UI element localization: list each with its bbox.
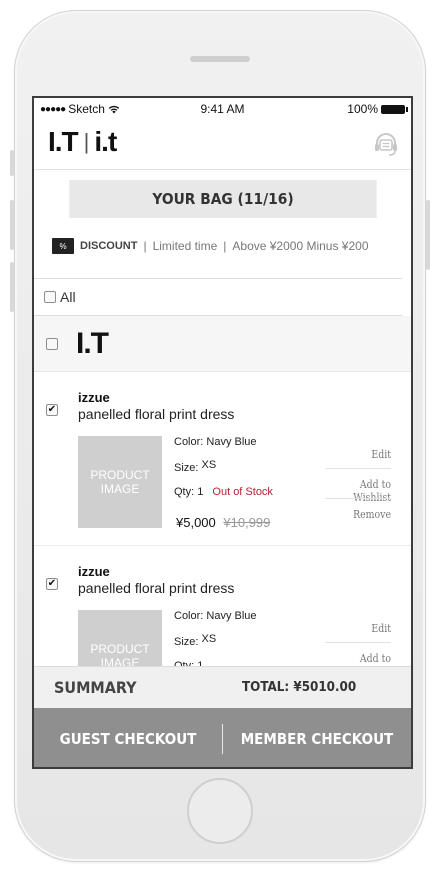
item-size-label: Size: <box>174 462 199 474</box>
checkout-divider <box>222 723 223 754</box>
status-bar: ●●●●● Sketch 9:41 AM 100% <box>34 98 411 120</box>
product-image[interactable]: PRODUCT IMAGE <box>78 436 162 528</box>
logo-separator: | <box>83 129 90 154</box>
brand-group-checkbox[interactable] <box>46 337 58 350</box>
discount-separator: | <box>223 239 227 253</box>
out-of-stock-label: Out of Stock <box>212 486 273 498</box>
edit-link[interactable]: Edit <box>335 622 391 635</box>
battery-icon <box>381 104 408 114</box>
percent-tag-icon: % <box>52 238 74 254</box>
action-divider <box>325 468 391 469</box>
item-checkbox[interactable]: ✔ <box>46 404 58 416</box>
select-all-row[interactable]: All <box>34 278 402 316</box>
checkout-bar: GUEST CHECKOUT MEMBER CHECKOUT <box>34 708 411 767</box>
home-button[interactable] <box>187 778 253 844</box>
original-price: ¥10,999 <box>223 515 271 530</box>
order-summary-bar: SUMMARY TOTAL: ¥5010.00 <box>34 666 411 708</box>
action-divider <box>325 498 391 499</box>
item-qty-row: Qty: 1 Out of Stock <box>174 486 273 498</box>
discount-condition: Above ¥2000 Minus ¥200 <box>232 239 369 253</box>
discount-banner: % DISCOUNT | Limited time | Above ¥2000 … <box>52 238 369 254</box>
volume-down-button <box>10 262 14 312</box>
discount-separator: | <box>143 239 147 253</box>
app-screen: ●●●●● Sketch 9:41 AM 100% I.T | i.t YOUR… <box>32 96 413 769</box>
battery-percent: 100% <box>347 102 378 116</box>
guest-checkout-button[interactable]: GUEST CHECKOUT <box>43 708 212 767</box>
item-color: Color: Navy Blue <box>174 436 257 448</box>
member-checkout-button[interactable]: MEMBER CHECKOUT <box>232 708 401 767</box>
item-qty[interactable]: Qty: 1 <box>174 486 203 498</box>
item-checkbox[interactable]: ✔ <box>46 578 58 590</box>
sale-price: ¥5,000 <box>176 515 216 530</box>
item-size-value: XS <box>201 459 217 471</box>
brand-group-header: I.T <box>34 316 411 372</box>
earpiece-speaker <box>190 56 250 62</box>
item-size: Size: XS <box>174 459 217 474</box>
item-brand: izzue <box>78 564 110 579</box>
item-size-value: XS <box>201 633 217 645</box>
item-size: Size: XS <box>174 633 217 648</box>
app-header: I.T | i.t <box>34 120 411 170</box>
power-button <box>426 200 430 270</box>
headset-chat-icon[interactable] <box>371 130 401 160</box>
edit-link[interactable]: Edit <box>335 448 391 461</box>
bag-title: YOUR BAG (11/16) <box>69 180 377 218</box>
action-divider <box>325 642 391 643</box>
item-size-label: Size: <box>174 636 199 648</box>
order-total: TOTAL: ¥5010.00 <box>242 680 357 695</box>
item-color: Color: Navy Blue <box>174 610 257 622</box>
mute-switch <box>10 150 14 176</box>
store-logo[interactable]: I.T | i.t <box>48 126 117 158</box>
item-price: ¥5,000 ¥10,999 <box>176 515 270 530</box>
volume-up-button <box>10 200 14 250</box>
add-to-wishlist-link[interactable]: Add to Wishlist <box>335 478 391 504</box>
discount-label: DISCOUNT <box>80 240 138 252</box>
cart-item: ✔ izzue panelled floral print dress PROD… <box>34 372 411 546</box>
select-all-label: All <box>60 289 76 305</box>
item-name[interactable]: panelled floral print dress <box>78 580 234 596</box>
item-brand: izzue <box>78 390 110 405</box>
item-name[interactable]: panelled floral print dress <box>78 406 234 422</box>
remove-link[interactable]: Remove <box>335 508 391 521</box>
discount-period: Limited time <box>152 239 218 253</box>
logo-it-upper: I.T <box>48 126 79 157</box>
battery-status: 100% <box>347 102 408 116</box>
logo-it-lower: i.t <box>94 126 117 157</box>
summary-label: SUMMARY <box>54 678 137 697</box>
select-all-checkbox[interactable] <box>44 291 56 303</box>
brand-group-logo: I.T <box>76 326 109 360</box>
mockup-stage: ●●●●● Sketch 9:41 AM 100% I.T | i.t YOUR… <box>0 0 440 876</box>
